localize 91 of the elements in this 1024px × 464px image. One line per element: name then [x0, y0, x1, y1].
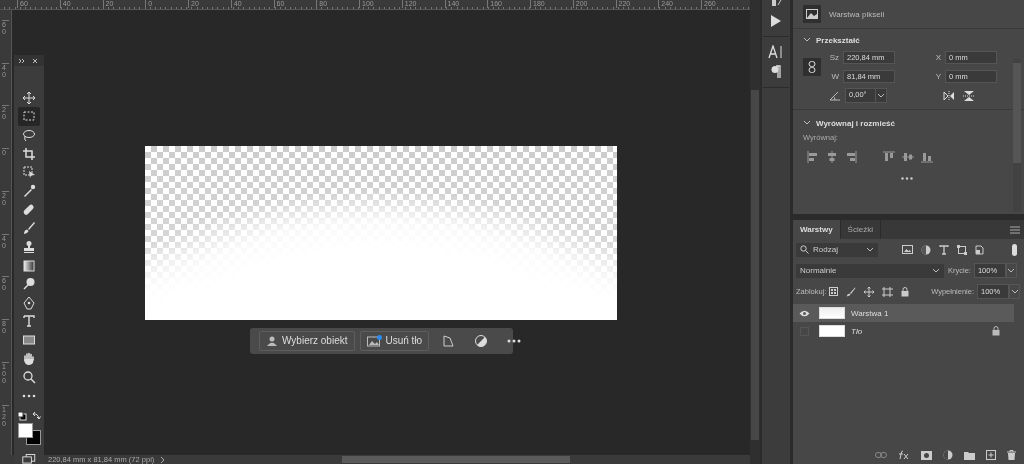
align-right-icon[interactable] [845, 151, 857, 163]
object-select-icon [22, 165, 36, 180]
move-icon[interactable] [864, 286, 875, 297]
mask-icon[interactable] [921, 450, 932, 460]
caret-icon [866, 247, 874, 252]
eyedropper-icon [22, 184, 36, 198]
play-icon[interactable] [770, 14, 782, 28]
chevron-down-icon[interactable] [803, 119, 811, 127]
caret-icon [877, 93, 885, 98]
chain-icon [808, 61, 816, 73]
align-left-icon[interactable] [807, 151, 819, 163]
default-colors-icon[interactable] [17, 411, 27, 422]
properties-header: Warstwa pikseli [829, 9, 885, 19]
type-icon[interactable] [939, 244, 949, 255]
hand-icon [22, 351, 36, 366]
stamp-icon [22, 239, 36, 254]
brush-icon [22, 221, 36, 236]
screen-mode-icon[interactable] [22, 454, 36, 464]
layer-name: Tło [851, 326, 864, 336]
layer-thumbnail [819, 307, 845, 319]
pixel-layer-icon [803, 5, 821, 23]
adjustment-icon[interactable] [943, 450, 953, 460]
effects-icon[interactable] [898, 450, 910, 460]
image-icon[interactable] [902, 245, 913, 254]
field-label: W [830, 72, 839, 81]
person-icon [266, 334, 278, 347]
link-icon[interactable] [875, 451, 887, 459]
foreground-color-swatch[interactable] [18, 423, 33, 439]
layer-name: Warstwa 1 [851, 308, 890, 318]
rectangle-icon [22, 333, 36, 348]
image-icon [366, 334, 382, 347]
caret-icon [1007, 268, 1016, 273]
new-layer-icon[interactable] [986, 450, 996, 460]
pen-icon [22, 295, 36, 310]
angle-icon [829, 90, 841, 101]
folder-icon[interactable] [964, 450, 975, 460]
eye-icon [798, 309, 810, 317]
filter-dropdown[interactable]: Rodzaj [796, 242, 878, 257]
paragraph-icon[interactable] [771, 65, 781, 79]
smart-object-icon[interactable] [975, 244, 984, 255]
fill-dropdown[interactable] [1009, 284, 1020, 299]
opacity-dropdown[interactable] [1005, 263, 1017, 278]
properties-scrollbar[interactable] [1013, 59, 1021, 212]
align-center-icon[interactable] [826, 151, 838, 163]
lasso-icon [22, 128, 36, 143]
dodge-icon [22, 277, 36, 292]
trash-icon[interactable] [1007, 450, 1016, 460]
history-icon[interactable] [769, 0, 783, 8]
collapse-icon[interactable] [18, 57, 40, 64]
section-title: Wyrównaj i rozmieść [816, 118, 895, 128]
swap-colors-icon[interactable] [31, 411, 41, 422]
marquee-icon [22, 109, 36, 124]
type-icon [22, 314, 36, 329]
character-icon[interactable] [768, 45, 784, 59]
align-bottom-icon[interactable] [921, 151, 933, 163]
panel-tab[interactable]: Warstwy [793, 220, 841, 239]
artboard-icon[interactable] [882, 286, 894, 297]
align-middle-icon[interactable] [902, 151, 914, 163]
layer-row[interactable]: Warstwa 1 [793, 304, 1014, 322]
move-icon [22, 90, 36, 105]
flip-vertical-icon[interactable] [963, 89, 975, 102]
link-button[interactable] [803, 58, 821, 76]
crop-icon [22, 146, 36, 161]
chevron-right-icon[interactable] [160, 455, 167, 464]
taskbar-button[interactable]: Usuń tło [359, 330, 430, 351]
brush-icon[interactable] [846, 286, 857, 297]
section-title: Przekształć [816, 35, 860, 45]
caret-icon [932, 268, 940, 273]
layer-row[interactable]: Tło [793, 322, 1024, 340]
field-label: Y [934, 72, 941, 81]
layer-thumbnail [819, 325, 845, 337]
flip-horizontal-icon[interactable] [943, 90, 955, 101]
field-label: Sz [829, 53, 839, 62]
menu-icon[interactable] [1010, 225, 1020, 234]
align-top-icon[interactable] [883, 151, 895, 163]
taskbar-button[interactable]: Wybierz obiekt [259, 330, 355, 351]
zoom-icon [22, 370, 36, 385]
chevron-down-icon[interactable] [803, 36, 811, 44]
gradient-icon [22, 258, 36, 273]
marquee-tool[interactable] [18, 107, 40, 126]
filter-toggle[interactable] [1012, 243, 1017, 256]
shape-icon[interactable] [957, 244, 967, 255]
blend-mode-dropdown[interactable]: Normalnie [796, 263, 944, 278]
field-label: X [934, 53, 941, 62]
caret-icon [1010, 289, 1019, 294]
search-icon [800, 245, 809, 254]
lock-icon[interactable] [901, 286, 910, 297]
more-icon[interactable] [900, 177, 913, 180]
lock-pixels-icon[interactable] [829, 287, 839, 296]
adjustment-icon[interactable] [921, 244, 931, 255]
vertical-scrollbar[interactable] [750, 0, 760, 464]
